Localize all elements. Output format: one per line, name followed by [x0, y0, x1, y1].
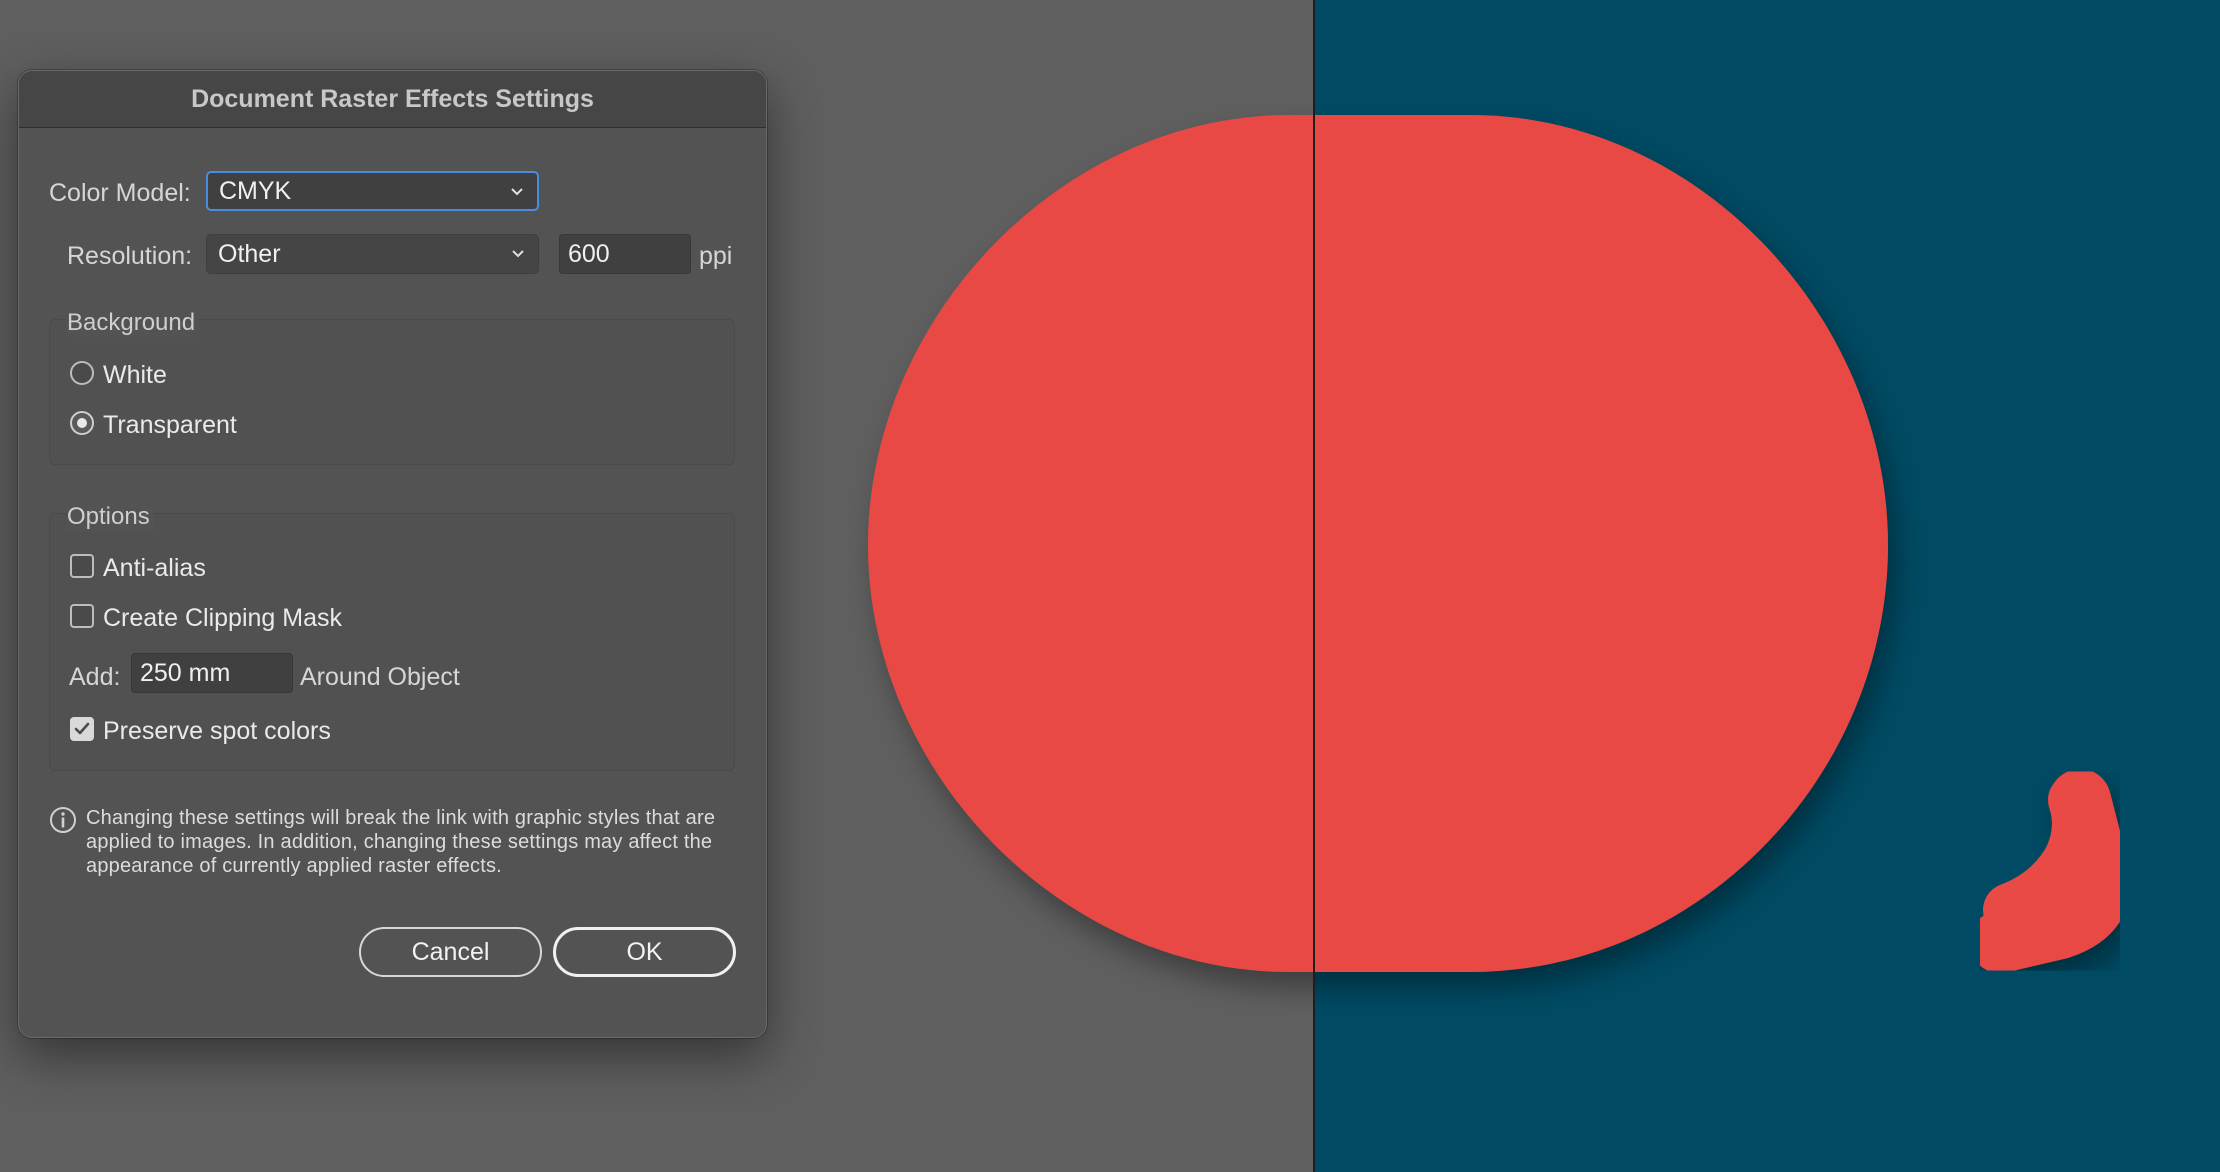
options-group-title: Options [67, 503, 154, 531]
ppi-unit-label: ppi [699, 242, 733, 270]
clipping-mask-checkbox[interactable] [70, 604, 94, 628]
preserve-spot-checkbox[interactable] [70, 717, 94, 741]
dialog-title: Document Raster Effects Settings [19, 71, 766, 128]
red-rounded-shape[interactable] [868, 115, 1888, 972]
resolution-label: Resolution: [67, 242, 193, 270]
radio-white[interactable] [70, 361, 94, 385]
info-icon [50, 807, 76, 833]
ppi-input[interactable]: 600 [559, 234, 691, 274]
clipping-mask-label[interactable]: Create Clipping Mask [103, 604, 342, 633]
anti-alias-checkbox[interactable] [70, 554, 94, 578]
radio-transparent-label[interactable]: Transparent [103, 411, 237, 440]
checkmark-icon [74, 722, 90, 735]
add-amount-input[interactable]: 250 mm [131, 653, 293, 693]
chevron-down-icon [511, 188, 523, 196]
raster-effects-dialog: Document Raster Effects Settings Color M… [18, 70, 767, 1038]
background-group [49, 319, 735, 465]
add-label: Add: [69, 663, 121, 691]
radio-white-label[interactable]: White [103, 361, 167, 390]
around-object-label: Around Object [300, 663, 460, 691]
info-message: Changing these settings will break the l… [86, 807, 716, 877]
color-model-value: CMYK [219, 176, 292, 205]
cancel-button[interactable]: Cancel [359, 927, 542, 977]
preserve-spot-label[interactable]: Preserve spot colors [103, 717, 331, 746]
color-model-label: Color Model: [49, 179, 191, 207]
background-group-title: Background [67, 309, 200, 337]
resolution-value: Other [218, 239, 281, 268]
ok-button[interactable]: OK [553, 927, 736, 977]
color-model-select[interactable]: CMYK [206, 171, 539, 211]
anti-alias-label[interactable]: Anti-alias [103, 554, 206, 583]
chevron-down-icon [512, 250, 524, 258]
radio-transparent[interactable] [70, 411, 94, 435]
resolution-select[interactable]: Other [206, 234, 539, 274]
